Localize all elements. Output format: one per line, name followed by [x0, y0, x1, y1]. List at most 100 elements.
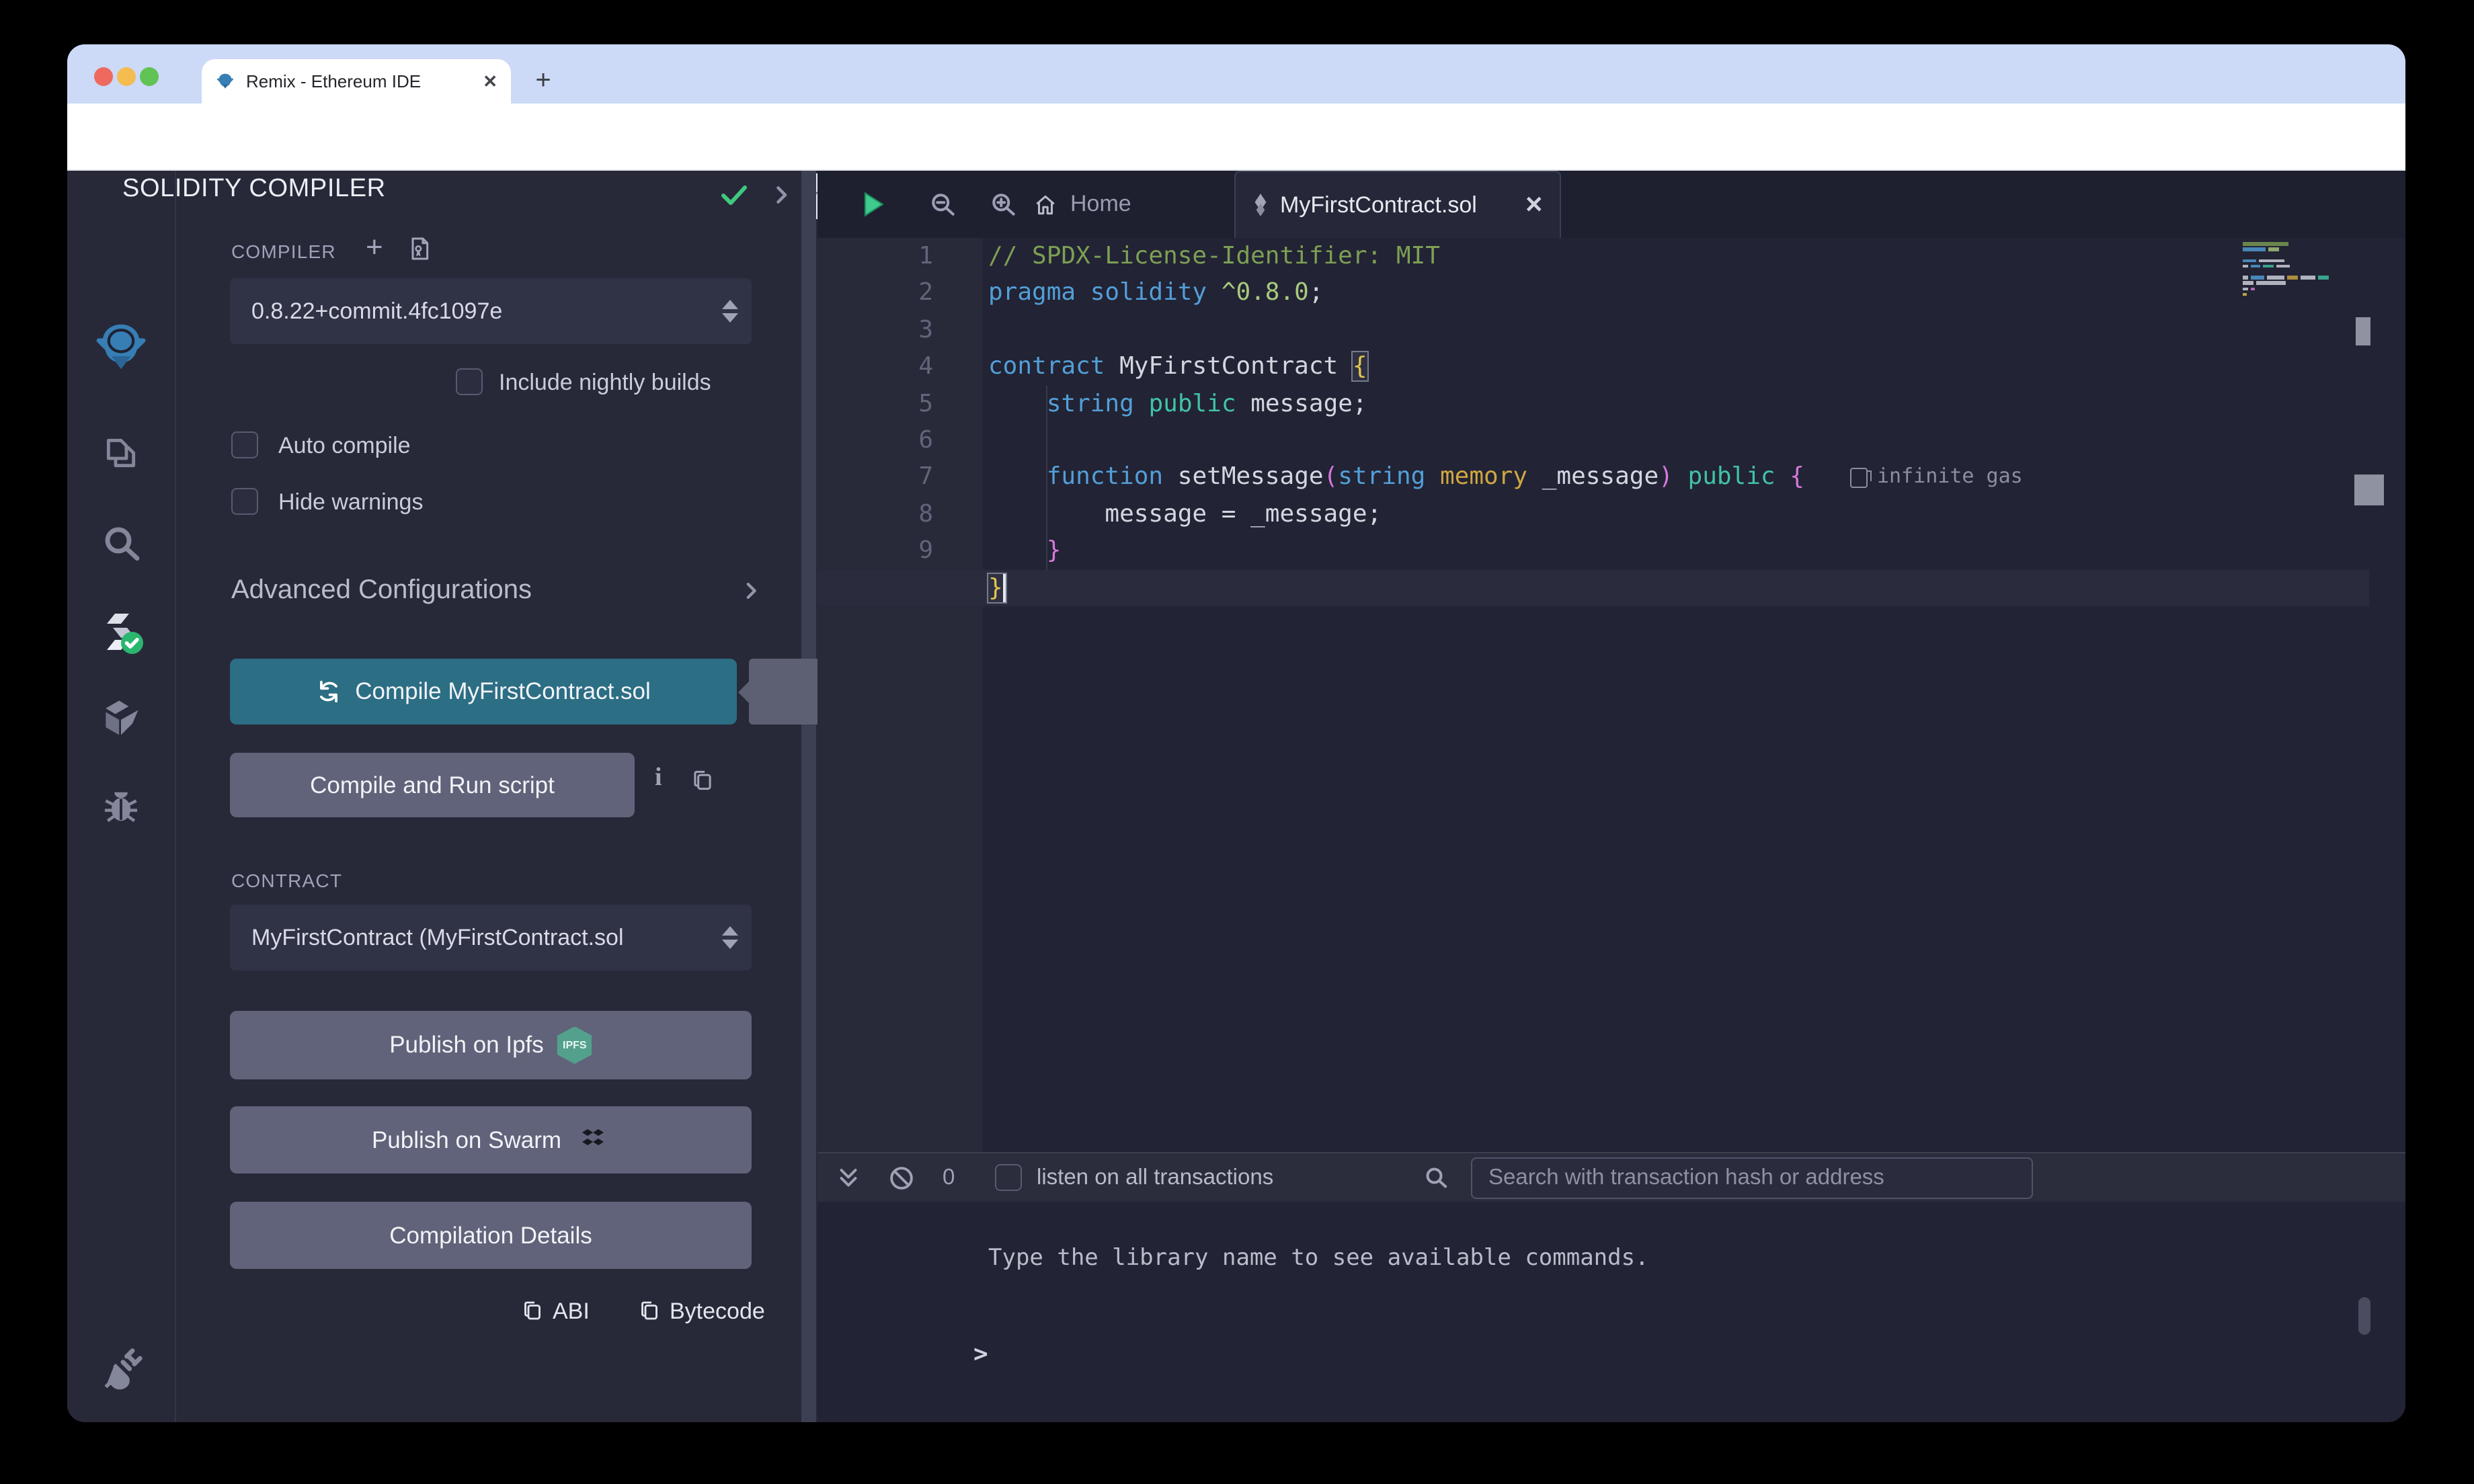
tab-home[interactable]: Home — [1033, 171, 1131, 238]
info-icon[interactable]: i — [655, 764, 662, 793]
browser-tab-strip: Remix - Ethereum IDE ✕ + — [67, 44, 2405, 104]
publish-swarm-button[interactable]: Publish on Swarm — [230, 1106, 752, 1173]
publish-ipfs-button[interactable]: Publish on Ipfs IPFS — [230, 1011, 752, 1079]
copy-bytecode-icon[interactable] — [637, 1297, 662, 1324]
refresh-icon — [316, 679, 342, 704]
browser-tab-title: Remix - Ethereum IDE — [246, 71, 483, 91]
code-line[interactable] — [988, 312, 1804, 349]
editor-area: Home MyFirstContract.sol ✕ 12345678910 /… — [817, 171, 2405, 1152]
zoom-in-icon[interactable] — [988, 190, 1018, 219]
license-file-icon[interactable] — [406, 234, 433, 263]
solidity-file-icon — [1252, 192, 1269, 218]
include-nightly-checkbox[interactable] — [456, 368, 483, 395]
line-number[interactable]: 1 — [817, 238, 933, 275]
advanced-chevron-icon[interactable] — [740, 579, 762, 602]
contract-section-label: CONTRACT — [231, 870, 342, 891]
add-compiler-icon[interactable]: + — [366, 230, 383, 265]
tab-close-icon[interactable]: ✕ — [483, 71, 497, 92]
browser-toolbar: remix.ethereum.org/#lang=en&optimize=fal… — [67, 104, 2405, 171]
advanced-configurations-toggle[interactable]: Advanced Configurations — [231, 575, 532, 606]
code-line[interactable]: // SPDX-License-Identifier: MIT — [988, 238, 1804, 275]
code-line[interactable]: function setMessage(string memory _messa… — [988, 459, 1804, 496]
gas-estimate-annotation: infinite gas — [1850, 459, 2023, 496]
contract-select[interactable]: MyFirstContract (MyFirstContract.sol — [230, 905, 752, 971]
tab-myfirstcontract[interactable]: MyFirstContract.sol ✕ — [1234, 171, 1561, 238]
transaction-count: 0 — [943, 1165, 955, 1191]
editor-tab-bar: Home MyFirstContract.sol ✕ — [817, 171, 2405, 238]
panel-expand-chevron-icon[interactable] — [769, 183, 793, 207]
code-line[interactable]: string public message; — [988, 385, 1804, 422]
compiler-version-select[interactable]: 0.8.22+commit.4fc1097e — [230, 278, 752, 344]
plugin-manager-icon[interactable] — [91, 1340, 151, 1399]
terminal-search-input[interactable]: Search with transaction hash or address — [1471, 1157, 2033, 1199]
compile-button-label: Compile MyFirstContract.sol — [355, 677, 651, 706]
listen-transactions-checkbox[interactable] — [995, 1164, 1022, 1191]
code-line[interactable]: pragma solidity ^0.8.0; — [988, 275, 1804, 312]
minimize-window-button[interactable] — [117, 67, 136, 86]
screen: Remix - Ethereum IDE ✕ + remix.ethereum.… — [0, 0, 2474, 1484]
line-number[interactable]: 8 — [817, 495, 933, 532]
abi-copy-label[interactable]: ABI — [553, 1298, 590, 1325]
deploy-run-icon[interactable] — [91, 688, 151, 747]
compile-and-run-button[interactable]: Compile and Run script — [230, 753, 635, 817]
compiler-version-value: 0.8.22+commit.4fc1097e — [251, 298, 502, 324]
compile-success-check-icon — [717, 179, 752, 211]
zoom-out-icon[interactable] — [928, 190, 957, 219]
remix-favicon-icon — [215, 71, 235, 91]
code-editor[interactable]: 12345678910 // SPDX-License-Identifier: … — [817, 238, 2405, 1152]
line-number[interactable]: 4 — [817, 348, 933, 385]
close-window-button[interactable] — [94, 67, 113, 86]
overview-ruler-mark — [2354, 475, 2384, 505]
icon-rail — [67, 171, 176, 1422]
line-number[interactable]: 7 — [817, 459, 933, 496]
terminal: 0 listen on all transactions Search with… — [817, 1152, 2405, 1422]
select-spinner-icon — [722, 905, 738, 971]
hide-warnings-checkbox[interactable] — [231, 488, 258, 515]
tab-home-label: Home — [1070, 191, 1131, 218]
compilation-details-button[interactable]: Compilation Details — [230, 1202, 752, 1269]
editor-gutter: 12345678910 — [817, 238, 983, 1152]
select-spinner-icon — [722, 278, 738, 344]
remix-logo-icon[interactable] — [91, 317, 151, 376]
copy-script-icon[interactable] — [690, 766, 715, 794]
file-explorer-icon[interactable] — [91, 423, 151, 483]
maximize-window-button[interactable] — [140, 67, 159, 86]
clear-console-icon[interactable] — [887, 1164, 916, 1192]
terminal-search-icon — [1423, 1164, 1449, 1191]
run-script-icon[interactable] — [858, 188, 887, 220]
new-tab-button[interactable]: + — [524, 62, 562, 99]
code-line[interactable]: message = _message; — [988, 495, 1804, 532]
terminal-scrollbar[interactable] — [2358, 1297, 2370, 1335]
solidity-compiler-icon[interactable] — [91, 602, 151, 661]
debugger-icon[interactable] — [91, 777, 151, 836]
tab-close-icon[interactable]: ✕ — [1525, 192, 1544, 218]
line-number[interactable]: 2 — [817, 275, 933, 312]
code-line[interactable]: contract MyFirstContract { — [988, 348, 1804, 385]
auto-compile-checkbox[interactable] — [231, 431, 258, 458]
panel-scrollbar[interactable] — [801, 171, 816, 1422]
line-number[interactable]: 5 — [817, 385, 933, 422]
line-number[interactable]: 9 — [817, 532, 933, 569]
terminal-message: Type the library name to see available c… — [988, 1245, 1649, 1272]
include-nightly-label: Include nightly builds — [499, 370, 711, 397]
code-line[interactable] — [988, 422, 1804, 459]
overview-ruler-mark — [2356, 317, 2370, 345]
line-number[interactable]: 3 — [817, 312, 933, 349]
collapse-terminal-icon[interactable] — [836, 1165, 861, 1191]
auto-compile-label: Auto compile — [278, 433, 411, 460]
terminal-prompt[interactable]: > — [973, 1340, 988, 1368]
search-icon[interactable] — [91, 513, 151, 573]
code-line[interactable]: } — [988, 532, 1804, 569]
minimap[interactable] — [2243, 242, 2377, 298]
panel-title: SOLIDITY COMPILER — [122, 175, 386, 204]
line-number[interactable]: 6 — [817, 422, 933, 459]
compile-and-run-label: Compile and Run script — [310, 771, 555, 799]
compile-button[interactable]: Compile MyFirstContract.sol — [230, 659, 737, 725]
code-line[interactable]: } — [988, 569, 1804, 606]
copy-abi-icon[interactable] — [520, 1297, 545, 1324]
swarm-logo-icon — [575, 1124, 610, 1156]
bytecode-copy-label[interactable]: Bytecode — [670, 1298, 765, 1325]
hide-warnings-label: Hide warnings — [278, 489, 423, 516]
browser-tab[interactable]: Remix - Ethereum IDE ✕ — [202, 59, 511, 104]
listen-transactions-label: listen on all transactions — [1037, 1165, 1273, 1191]
